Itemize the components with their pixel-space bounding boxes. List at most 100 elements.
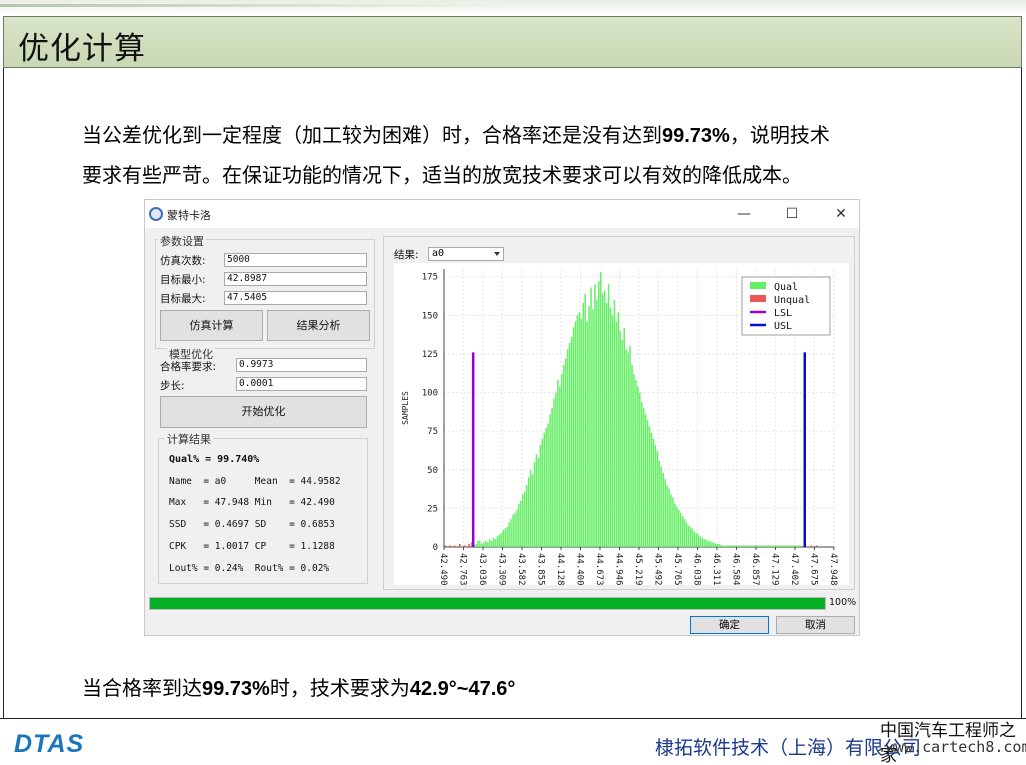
paragraph-line-2: 要求有些严苛。在保证功能的情况下，适当的放宽技术要求可以有效的降低成本。 [82,163,802,187]
histogram-bar-qual [590,287,592,547]
progress-bar [149,597,826,610]
histogram-bar-qual [744,545,746,547]
result-row: Name = a0 Mean = 44.9582 [169,476,341,487]
histogram-bar-qual [740,545,742,547]
x-tick-label: 43.3093 [497,553,507,585]
histogram-bar-qual [705,539,707,547]
x-tick-label: 46.5841 [730,553,740,585]
histogram-bar-qual [553,398,555,547]
maximize-button[interactable]: ☐ [777,203,807,225]
histogram-bar-qual [783,545,785,547]
histogram-bar-qual [484,540,487,547]
x-tick-label: 42.7635 [458,553,468,585]
monte-carlo-window: 蒙特卡洛 — ☐ ✕ 参数设置 仿真次数: 5000 目标最小: 42.8987… [144,199,860,636]
qual-req-label: 合格率要求: [160,361,217,373]
histogram-bar-qual [658,460,661,547]
target-min-input[interactable]: 42.8987 [224,272,367,286]
histogram-bar-qual [486,542,489,547]
histogram-bar-qual [566,349,569,547]
histogram-bar-qual [557,380,559,547]
ok-button[interactable]: 确定 [690,616,769,634]
y-axis-label: SAMPLES [401,391,410,425]
conclusion-text: 当合格率到达99.73%时，技术要求为42.9°~47.6° [82,676,516,700]
histogram-bar-qual [522,494,524,547]
histogram-bar-qual [795,545,797,547]
start-optimize-button[interactable]: 开始优化 [160,396,367,428]
histogram-bar-qual [600,272,602,547]
sim-count-label: 仿真次数: [160,255,206,267]
x-tick-label: 47.4028 [789,553,799,585]
histogram-bar-qual [562,364,565,547]
paragraph-line-1: 当公差优化到一定程度（加工较为困难）时，合格率还是没有达到99.73%，说明技术 [82,123,830,147]
histogram-bar-qual [609,307,612,547]
histogram-bar-qual [492,537,495,547]
histogram-bar-qual [781,545,783,547]
legend-swatch [750,282,766,289]
histogram-bar-qual [527,477,530,547]
sim-count-input[interactable]: 5000 [224,253,367,267]
histogram-bar-qual [576,315,579,547]
histogram-bar-qual [765,545,768,547]
histogram-bar-qual [506,526,508,547]
histogram-bar-qual [619,330,622,547]
histogram-bar-qual [717,543,719,547]
histogram-bar-qual [483,542,485,547]
minimize-button[interactable]: — [729,203,759,225]
left-border [3,68,4,718]
right-border [1021,68,1022,718]
qual-req-input[interactable]: 0.9973 [236,358,367,372]
histogram-bar-qual [773,545,776,547]
x-tick-label: 43.0364 [477,553,487,585]
histogram-bar-qual [615,321,618,547]
params-group-label: 参数设置 [158,233,206,249]
top-decoration [0,0,1026,14]
result-select[interactable]: a0 [428,247,504,261]
chart-panel: 结果: a0 0 25 50 75 100 125 150 175 42.4906 42.7635… [383,236,855,590]
close-button[interactable]: ✕ [826,203,856,225]
histogram-bar-qual [750,545,752,547]
histogram-bar-qual [713,542,715,547]
x-tick-label: 47.6757 [808,553,818,585]
histogram-bar-qual [580,318,583,547]
histogram-bar-qual [601,293,604,547]
window-titlebar[interactable]: 蒙特卡洛 — ☐ ✕ [145,200,859,228]
target-max-input[interactable]: 47.5405 [224,291,367,305]
histogram-bar-qual [732,545,735,547]
histogram-bar-unqual [459,543,461,547]
histogram-bar-qual [625,349,627,547]
histogram-bar-qual [724,545,727,547]
window-title: 蒙特卡洛 [167,209,211,222]
cancel-button[interactable]: 取消 [776,616,855,634]
histogram-bar-qual [703,539,705,547]
step-input[interactable]: 0.0001 [236,377,367,391]
y-tick-label: 150 [422,311,438,321]
histogram-bar-qual [789,545,791,547]
histogram-bar-qual [763,545,766,547]
histogram-bar-qual [697,534,700,547]
simulate-button[interactable]: 仿真计算 [160,310,263,341]
histogram-bar-qual [736,545,739,547]
histogram-bar-qual [796,545,799,547]
histogram-bar-qual [775,545,778,547]
slide: { "slide": { "title": "优化计算", "para1_lin… [0,0,1026,765]
histogram-bar-qual [759,545,762,547]
histogram-bar-qual [771,545,774,547]
footer-line [0,718,1026,719]
histogram-bar-qual [508,522,510,547]
histogram-bar-qual [748,545,750,547]
histogram-bar-qual [623,327,625,547]
histogram-bar-qual [586,321,588,547]
histogram-bar-qual [496,536,499,547]
x-tick-label: 46.0383 [691,553,701,585]
analyze-button[interactable]: 结果分析 [267,310,370,341]
legend-label: LSL [774,308,792,319]
histogram-bar-unqual [444,545,447,547]
histogram-bar-qual [477,540,479,547]
histogram-bar-qual [672,497,674,547]
histogram-bar-qual [644,414,647,547]
result-row: Max = 47.948 Min = 42.490 [169,497,335,508]
histogram-bar-unqual [816,545,818,547]
histogram-bar-qual [545,428,547,547]
progress-fill [150,598,825,609]
target-max-label: 目标最大: [160,293,206,305]
